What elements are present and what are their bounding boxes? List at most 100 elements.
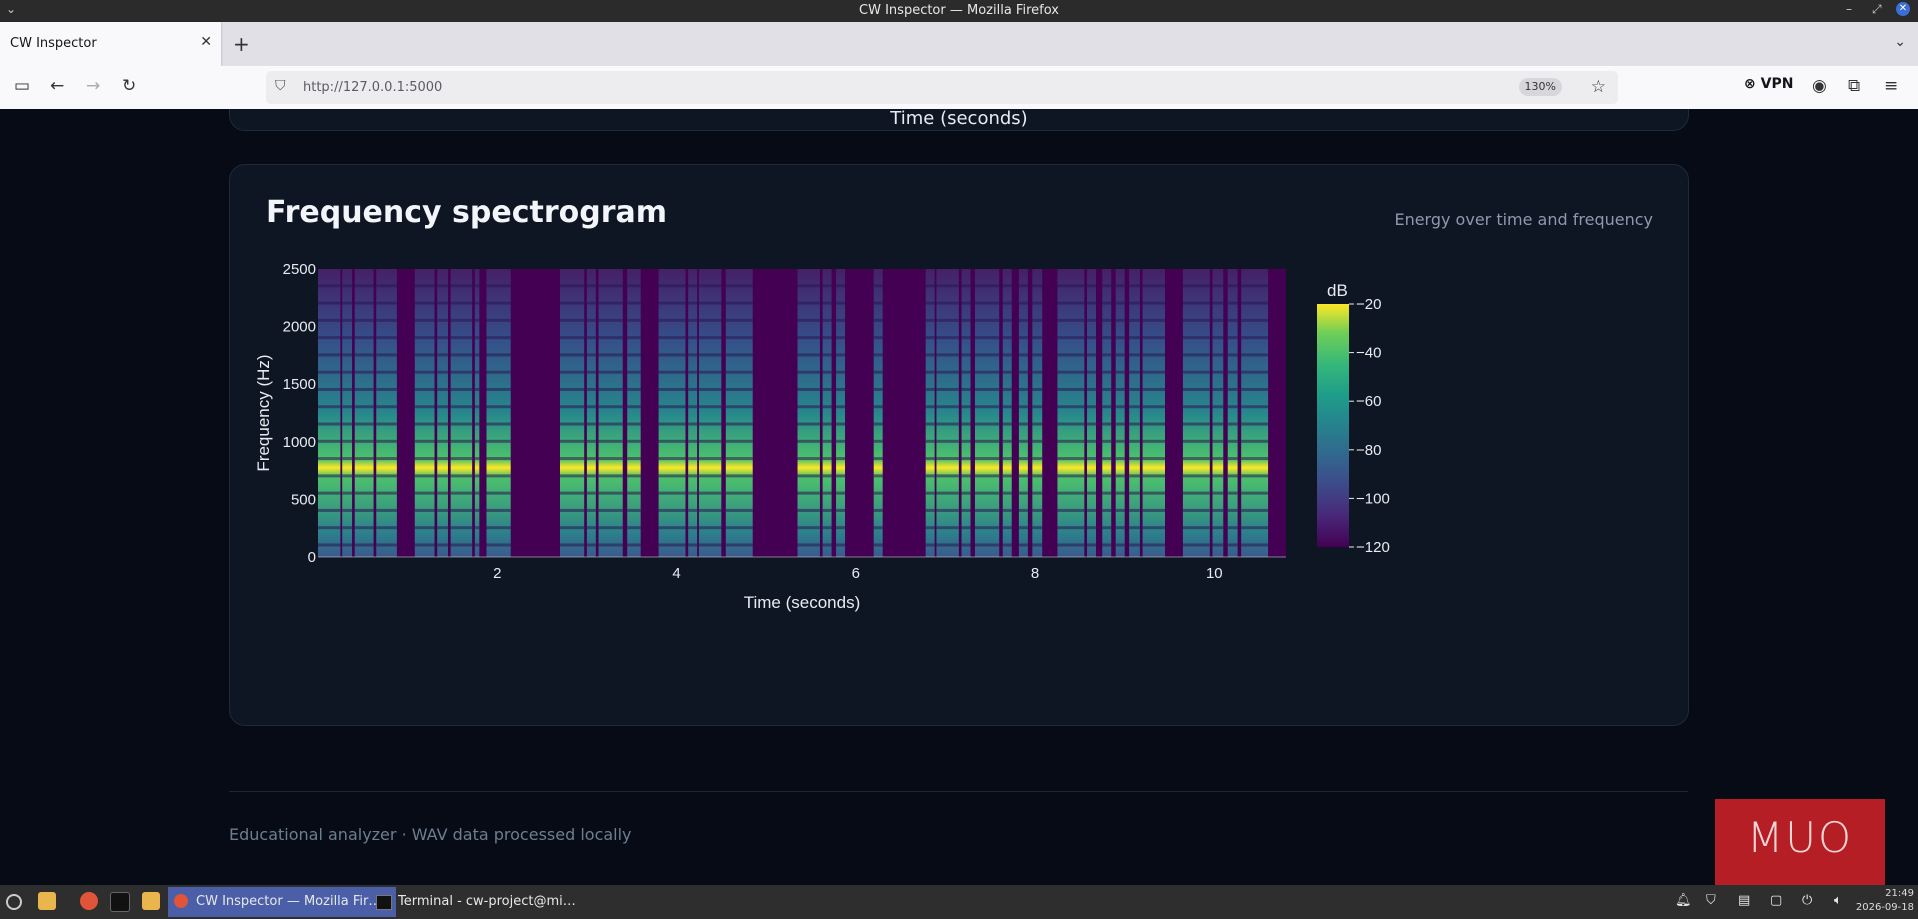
tone-segment xyxy=(450,269,473,557)
tone-segment xyxy=(437,269,448,557)
colorbar-title: dB xyxy=(1327,281,1348,300)
new-tab-button[interactable]: + xyxy=(233,32,250,56)
x-tick-label: 10 xyxy=(1206,565,1223,582)
close-window-icon[interactable]: ✕ xyxy=(1896,2,1910,16)
y-tick-label: 500 xyxy=(291,491,316,508)
x-tick-label: 8 xyxy=(1031,565,1039,582)
notifications-bell-icon[interactable]: 🔔︎ xyxy=(1675,893,1692,908)
y-axis-label: Frequency (Hz) xyxy=(254,354,273,471)
window-titlebar: ⌄ CW Inspector — Mozilla Firefox – ⤢ ✕ xyxy=(0,0,1918,22)
footer-text: Educational analyzer · WAV data processe… xyxy=(229,825,632,844)
tone-segment xyxy=(1212,269,1224,557)
files-icon[interactable] xyxy=(38,892,56,910)
tone-segment xyxy=(1102,269,1112,557)
window-title: CW Inspector — Mozilla Firefox xyxy=(859,3,1059,18)
app-menu-icon[interactable]: ≡ xyxy=(1884,76,1898,96)
colorbar xyxy=(1317,304,1349,547)
back-button[interactable]: ← xyxy=(50,76,64,96)
tone-segment xyxy=(354,269,374,557)
tab-list-chevron-icon[interactable]: ⌄ xyxy=(1894,34,1906,50)
tone-segment xyxy=(1057,269,1085,557)
tone-segment xyxy=(414,269,435,557)
extensions-icon[interactable]: ⧉ xyxy=(1848,76,1860,96)
clock[interactable]: 21:49 2026-09-18 xyxy=(1856,887,1914,915)
taskbar: CW Inspector — Mozilla Fir… Terminal - c… xyxy=(0,885,1918,919)
clock-date: 2026-09-18 xyxy=(1855,902,1914,913)
tone-segment xyxy=(936,269,959,557)
tone-segment xyxy=(598,269,623,557)
url-text[interactable]: http://127.0.0.1:5000 xyxy=(303,80,442,95)
tone-segment xyxy=(627,269,641,557)
firefox-launcher-icon[interactable] xyxy=(80,892,98,910)
previous-chart-x-axis-label: Time (seconds) xyxy=(890,109,1028,129)
y-tick-label: 1500 xyxy=(283,376,316,393)
spectrogram-chart[interactable]: 2 4 6 8 10 0 500 1000 1500 2000 2500 Time (seconds)… xyxy=(230,165,1688,725)
tone-segment xyxy=(376,269,397,557)
tone-segment xyxy=(586,269,596,557)
footer-divider xyxy=(229,791,1688,792)
tone-segment xyxy=(342,269,353,557)
url-bar[interactable]: ⛉ http://127.0.0.1:5000 130% ☆ xyxy=(266,71,1618,104)
tone-segment xyxy=(486,269,511,557)
spectrogram-card: Frequency spectrogram Energy over time a… xyxy=(229,164,1689,726)
tone-segment xyxy=(873,269,883,557)
vpn-button[interactable]: ⊗ VPN xyxy=(1744,76,1793,92)
x-tick-label: 2 xyxy=(493,565,501,582)
y-tick-label: 1000 xyxy=(283,434,316,451)
tone-segment xyxy=(698,269,722,557)
tone-segment xyxy=(688,269,698,557)
display-icon[interactable]: ▢ xyxy=(1770,893,1782,908)
clock-time: 21:49 xyxy=(1885,888,1914,899)
sidebar-toggle-icon[interactable]: ▭ xyxy=(14,76,30,96)
zoom-level-badge[interactable]: 130% xyxy=(1518,78,1562,96)
forward-button[interactable]: → xyxy=(86,76,100,96)
tone-segment xyxy=(1142,269,1165,557)
page-content: Time (seconds) Frequency spectrogram Ene… xyxy=(0,109,1918,885)
clipboard-icon[interactable]: ▤ xyxy=(1738,893,1750,908)
tab-strip: CW Inspector ✕ + ⌄ xyxy=(0,22,1918,66)
tab-label: CW Inspector xyxy=(10,36,97,51)
account-icon[interactable]: ◉ xyxy=(1812,76,1827,96)
terminal-launcher-icon[interactable] xyxy=(110,892,130,912)
tone-segment xyxy=(974,269,1000,557)
reload-button[interactable]: ↻ xyxy=(122,76,136,96)
colorbar-tick-label: −40 xyxy=(1356,345,1381,362)
vpn-label: VPN xyxy=(1760,76,1794,92)
volume-icon[interactable]: 🔈︎ xyxy=(1834,893,1842,908)
x-tick-label: 6 xyxy=(852,565,860,582)
close-tab-icon[interactable]: ✕ xyxy=(200,34,212,50)
minimize-icon[interactable]: – xyxy=(1846,2,1852,16)
tone-segment xyxy=(1032,269,1043,557)
folder-icon[interactable] xyxy=(142,892,160,910)
tone-segment xyxy=(658,269,686,557)
navigation-bar: ▭ ← → ↻ ⛉ http://127.0.0.1:5000 130% ☆ ⊗… xyxy=(0,66,1918,110)
y-tick-label: 2500 xyxy=(283,261,316,278)
y-tick-label: 0 xyxy=(308,549,316,566)
y-tick-label: 2000 xyxy=(283,319,316,336)
tone-segment xyxy=(1002,269,1012,557)
power-icon[interactable]: ⏻ xyxy=(1802,893,1812,908)
tracking-shield-icon[interactable]: ⛉ xyxy=(275,78,286,94)
firefox-task-icon xyxy=(174,894,188,908)
maximize-icon[interactable]: ⤢ xyxy=(1872,2,1882,17)
taskbar-task-terminal[interactable]: Terminal - cw-project@mi… xyxy=(370,887,608,917)
taskbar-task-label: CW Inspector — Mozilla Fir… xyxy=(196,894,382,909)
start-menu-icon[interactable] xyxy=(6,894,22,910)
bookmark-star-icon[interactable]: ☆ xyxy=(1591,77,1606,97)
tab-cw-inspector[interactable]: CW Inspector ✕ xyxy=(0,22,221,66)
tone-segment xyxy=(1227,269,1238,557)
x-axis-label: Time (seconds) xyxy=(744,593,861,612)
colorbar-tick-label: −20 xyxy=(1356,296,1381,313)
colorbar-tick-label: −80 xyxy=(1356,442,1381,459)
tone-segment xyxy=(1129,269,1140,557)
x-tick-label: 4 xyxy=(672,565,680,582)
taskbar-task-label: Terminal - cw-project@mi… xyxy=(398,894,576,909)
colorbar-tick-label: −120 xyxy=(1356,539,1390,556)
colorbar-tick-label: −100 xyxy=(1356,490,1390,507)
taskbar-task-firefox[interactable]: CW Inspector — Mozilla Fir… xyxy=(168,887,396,917)
tone-segment xyxy=(1241,269,1269,557)
colorbar-tick-label: −60 xyxy=(1356,393,1381,410)
security-shield-icon[interactable]: ⛉ xyxy=(1706,893,1716,908)
muo-logo: MUO xyxy=(1715,799,1885,885)
tone-segment xyxy=(560,269,585,557)
